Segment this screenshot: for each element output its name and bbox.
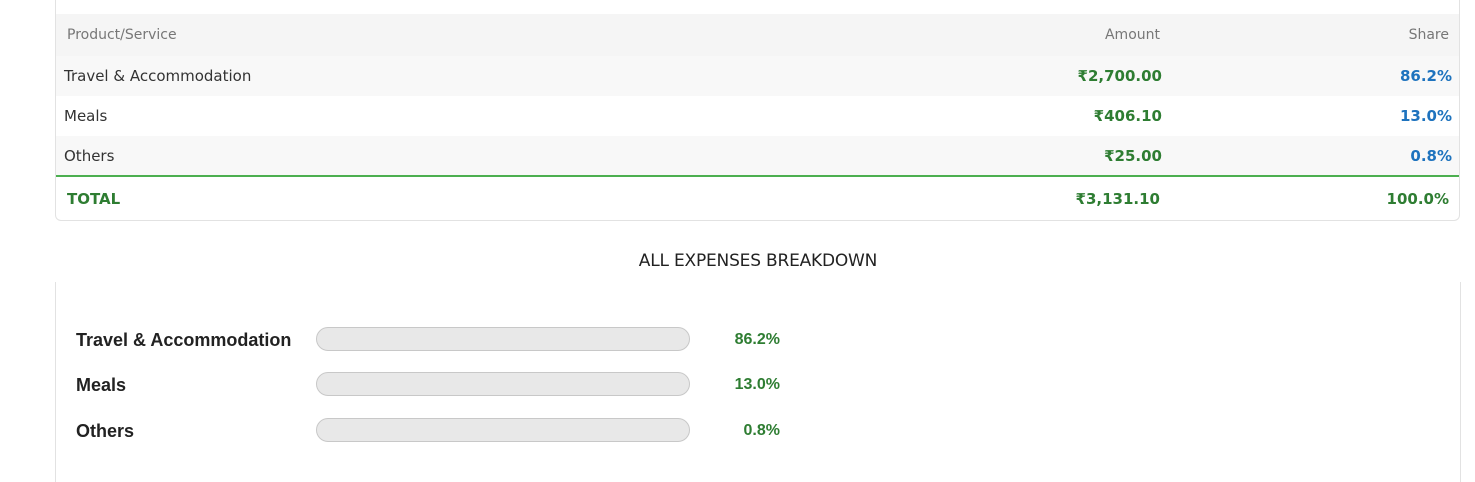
row-product-name: Meals — [64, 107, 108, 125]
row-share: 13.0% — [1399, 107, 1452, 125]
table-row: Meals ₹406.10 13.0% — [56, 96, 1459, 136]
breakdown-item-label: Meals — [76, 374, 127, 395]
header-share[interactable]: Share — [1409, 14, 1449, 56]
total-amount: ₹3,131.10 — [1075, 190, 1160, 208]
breakdown-progress-bar — [316, 327, 690, 351]
row-share: 0.8% — [1410, 146, 1452, 165]
breakdown-item: Travel & Accommodation 86.2% — [56, 325, 856, 355]
breakdown-item-label: Travel & Accommodation — [76, 329, 292, 350]
expenses-table: Product/Service Amount Share Travel & Ac… — [55, 0, 1460, 221]
breakdown-item: Meals 13.0% — [56, 370, 856, 400]
breakdown-progress-bar — [316, 372, 690, 396]
row-amount: ₹406.10 — [1093, 107, 1162, 125]
header-amount[interactable]: Amount — [1105, 14, 1160, 56]
expenses-breakdown-panel: Travel & Accommodation 86.2% Meals 13.0%… — [55, 282, 1461, 482]
table-total-row: TOTAL ₹3,131.10 100.0% — [56, 178, 1459, 220]
breakdown-item-percent: 13.0% — [734, 376, 780, 393]
row-product-name: Others — [64, 146, 115, 165]
breakdown-item-label: Others — [76, 420, 135, 441]
row-amount: ₹25.00 — [1104, 146, 1162, 165]
breakdown-title: ALL EXPENSES BREAKDOWN — [638, 251, 878, 271]
breakdown-item-percent: 0.8% — [743, 422, 780, 439]
table-row: Travel & Accommodation ₹2,700.00 86.2% — [56, 56, 1459, 96]
header-product-service[interactable]: Product/Service — [67, 14, 177, 56]
total-label: TOTAL — [67, 190, 121, 208]
row-amount: ₹2,700.00 — [1077, 67, 1162, 85]
table-row: Others ₹25.00 0.8% — [56, 136, 1459, 175]
row-product-name: Travel & Accommodation — [64, 67, 252, 85]
row-share: 86.2% — [1399, 67, 1452, 85]
breakdown-progress-bar — [316, 418, 690, 442]
total-divider — [56, 175, 1459, 177]
total-share: 100.0% — [1386, 190, 1449, 208]
breakdown-item: Others 0.8% — [56, 416, 856, 446]
table-header-row: Product/Service Amount Share — [56, 14, 1459, 56]
breakdown-item-percent: 86.2% — [734, 331, 780, 348]
